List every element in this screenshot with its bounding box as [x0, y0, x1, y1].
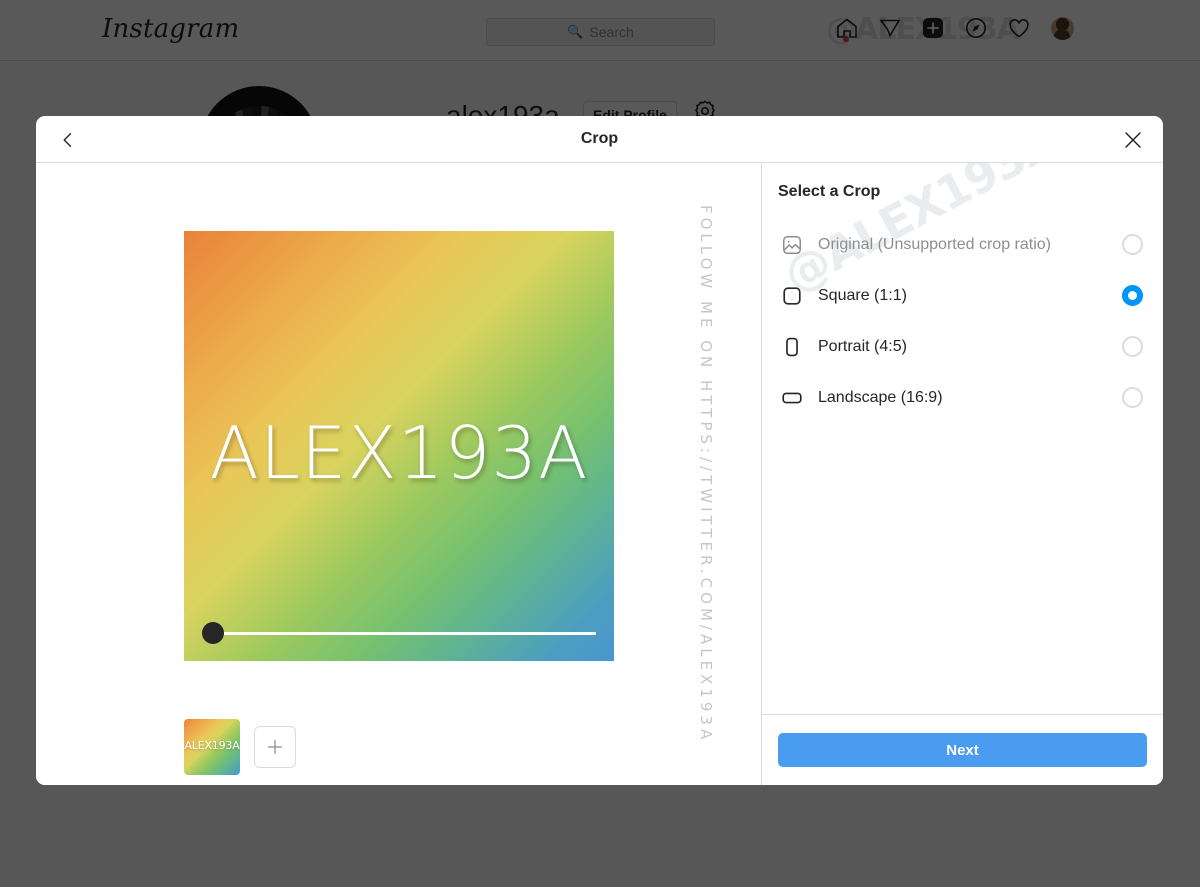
image-editor-pane: ALEX193A ALEX193A FOLLOW ME ON HTTPS://T — [36, 163, 762, 785]
crop-option-radio[interactable] — [1122, 285, 1143, 306]
next-button[interactable]: Next — [778, 733, 1147, 767]
zoom-slider-track — [214, 631, 596, 635]
crop-option-original[interactable]: Original (Unsupported crop ratio) — [778, 219, 1147, 270]
plus-icon — [267, 739, 283, 755]
thumbnail-label: ALEX193A — [184, 739, 240, 752]
crop-option-radio[interactable] — [1122, 234, 1143, 255]
crop-option-radio[interactable] — [1122, 336, 1143, 357]
crop-option-label: Landscape (16:9) — [818, 388, 943, 406]
crop-option-label: Original (Unsupported crop ratio) — [818, 235, 1051, 253]
modal-header: Crop — [36, 116, 1163, 163]
crop-options-pane: @ALEX193A Select a Crop Original (Unsupp… — [762, 163, 1163, 785]
crop-option-landscape[interactable]: Landscape (16:9) — [778, 372, 1147, 423]
modal-body: ALEX193A ALEX193A FOLLOW ME ON HTTPS://T — [36, 163, 1163, 785]
portrait-icon — [778, 333, 806, 361]
thumbnail-item[interactable]: ALEX193A — [184, 719, 240, 775]
vertical-watermark-text: FOLLOW ME ON HTTPS://TWITTER.COM/ALEX193… — [697, 204, 715, 744]
zoom-slider[interactable] — [202, 622, 596, 644]
crop-option-label: Square (1:1) — [818, 286, 907, 304]
image-text-overlay: ALEX193A — [209, 411, 589, 495]
options-heading: Select a Crop — [778, 183, 881, 200]
square-icon — [778, 282, 806, 310]
modal-title: Crop — [580, 130, 619, 147]
options-footer: Next — [762, 714, 1163, 785]
crop-option-radio[interactable] — [1122, 387, 1143, 408]
crop-option-square[interactable]: Square (1:1) — [778, 270, 1147, 321]
crop-option-label: Portrait (4:5) — [818, 337, 907, 355]
close-icon — [1125, 132, 1141, 148]
crop-preview-image[interactable]: ALEX193A — [184, 231, 614, 661]
add-media-button[interactable] — [254, 726, 296, 768]
crop-modal: Crop ALEX193A ALEX193A FOLLOW ME ON HTTP… — [36, 116, 1163, 785]
vertical-watermark: FOLLOW ME ON HTTPS://TWITTER.COM/ALEX193… — [686, 163, 726, 785]
crop-options-list: Select a Crop Original (Unsupported crop… — [762, 163, 1163, 714]
zoom-slider-thumb[interactable] — [202, 622, 224, 644]
thumbnail-strip: ALEX193A — [184, 719, 296, 775]
crop-option-portrait[interactable]: Portrait (4:5) — [778, 321, 1147, 372]
photo-icon — [778, 231, 806, 259]
close-button[interactable] — [1117, 124, 1149, 156]
landscape-icon — [778, 384, 806, 412]
